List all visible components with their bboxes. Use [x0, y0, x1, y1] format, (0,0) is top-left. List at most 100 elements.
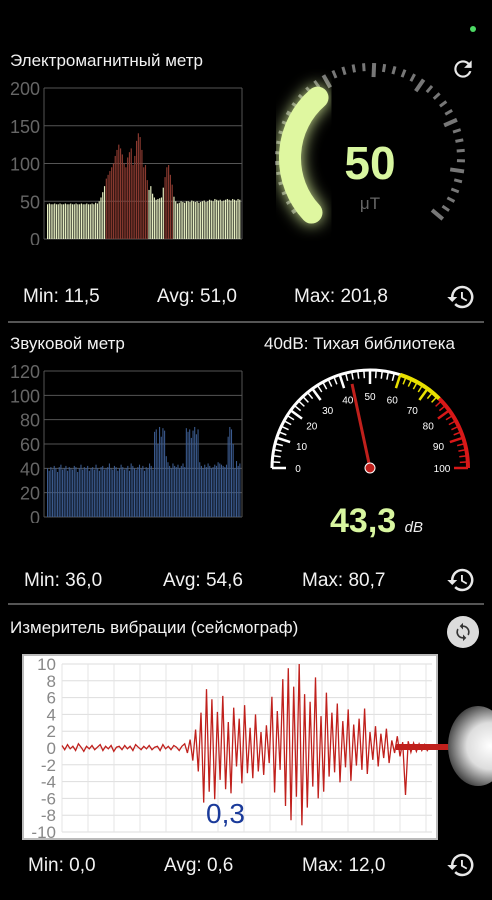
gauge-tick: [435, 400, 442, 407]
bar: [209, 465, 211, 517]
gauge-label: 90: [433, 442, 445, 453]
bar: [202, 468, 204, 517]
bar: [53, 465, 55, 517]
bar: [157, 198, 159, 239]
bar: [225, 464, 228, 517]
bar: [87, 204, 90, 239]
bar: [180, 465, 182, 517]
gauge-tick: [380, 370, 384, 379]
gauge-tick: [281, 425, 289, 431]
bar: [132, 465, 134, 517]
bar: [67, 470, 69, 517]
bar: [98, 470, 100, 517]
bar: [122, 467, 124, 517]
bar: [185, 428, 187, 517]
bar: [112, 163, 115, 239]
bar: [52, 204, 54, 239]
gauge-tick: [311, 387, 322, 401]
em-value: 50: [344, 137, 396, 189]
bar: [54, 203, 56, 239]
bar: [235, 461, 238, 517]
y-tick-label: 0: [30, 508, 40, 523]
bar: [123, 163, 125, 239]
bar: [144, 470, 146, 517]
bar: [149, 463, 151, 517]
gauge-label: 10: [296, 442, 308, 453]
bar: [71, 204, 74, 239]
gauge-tick: [459, 461, 468, 464]
refresh-icon[interactable]: [448, 54, 478, 84]
bar: [220, 464, 223, 517]
bar: [60, 464, 62, 517]
gauge-tick: [437, 409, 451, 420]
bar: [68, 204, 70, 239]
bar: [145, 467, 147, 517]
gauge-tick: [455, 138, 464, 143]
bar: [192, 201, 195, 239]
bar: [139, 137, 141, 239]
gauge-tick: [316, 384, 323, 393]
bar: [215, 465, 217, 517]
bar: [191, 200, 193, 239]
bar: [187, 431, 189, 517]
bar: [103, 469, 105, 517]
vib-history-icon[interactable]: [444, 848, 478, 882]
gauge-tick: [445, 414, 454, 421]
gauge-tick: [371, 63, 377, 78]
gauge-tick: [272, 454, 281, 458]
gauge-tick: [431, 396, 438, 403]
bar: [87, 465, 89, 517]
bar: [55, 468, 57, 517]
sound-history-icon[interactable]: [444, 563, 478, 597]
bar: [200, 465, 202, 517]
bar: [224, 467, 226, 517]
bar: [130, 148, 132, 239]
bar: [107, 174, 109, 239]
bar: [103, 186, 106, 239]
bar: [164, 430, 166, 517]
bar: [230, 429, 233, 517]
bar: [82, 204, 84, 239]
bar: [119, 148, 122, 239]
sound-gauge: 0 10 20 30 40 50 60 70 80 90 100: [268, 362, 472, 492]
gauge-arc-normal: [270, 368, 401, 469]
y-tick-label: 200: [10, 80, 40, 99]
gauge-tick: [274, 442, 284, 447]
em-title: Электромагнитный метр: [10, 51, 204, 70]
sound-chart: 120 100 80 60 40 20 0: [4, 362, 244, 528]
bar: [79, 204, 81, 239]
vib-series-line: [61, 663, 431, 826]
sound-status: 40dB: Тихая библиотека: [264, 334, 455, 353]
bar: [80, 203, 82, 239]
bar: [159, 426, 161, 517]
bar: [108, 463, 110, 517]
sync-icon[interactable]: [447, 616, 479, 648]
bar: [150, 186, 152, 239]
bar: [137, 467, 139, 517]
bar: [190, 437, 192, 517]
bar: [125, 468, 127, 517]
bar: [83, 467, 85, 517]
bar: [127, 465, 129, 517]
bar: [207, 201, 209, 239]
bar: [96, 203, 99, 239]
bar: [239, 199, 241, 239]
bar: [127, 157, 129, 239]
em-history-icon[interactable]: [444, 280, 478, 314]
bar: [230, 200, 232, 239]
bar: [80, 464, 82, 517]
bar: [50, 467, 52, 517]
gauge-tick: [313, 80, 321, 89]
gauge-label: 100: [434, 464, 451, 475]
bar: [174, 465, 176, 517]
bar: [98, 201, 100, 239]
bar: [212, 467, 214, 517]
em-unit: μT: [359, 194, 381, 213]
gauge-label: 30: [322, 406, 334, 417]
bar: [95, 464, 97, 517]
bar: [66, 204, 68, 239]
gauge-tick: [426, 392, 434, 400]
bar: [200, 202, 202, 239]
bar: [170, 468, 172, 517]
bar: [187, 201, 189, 239]
